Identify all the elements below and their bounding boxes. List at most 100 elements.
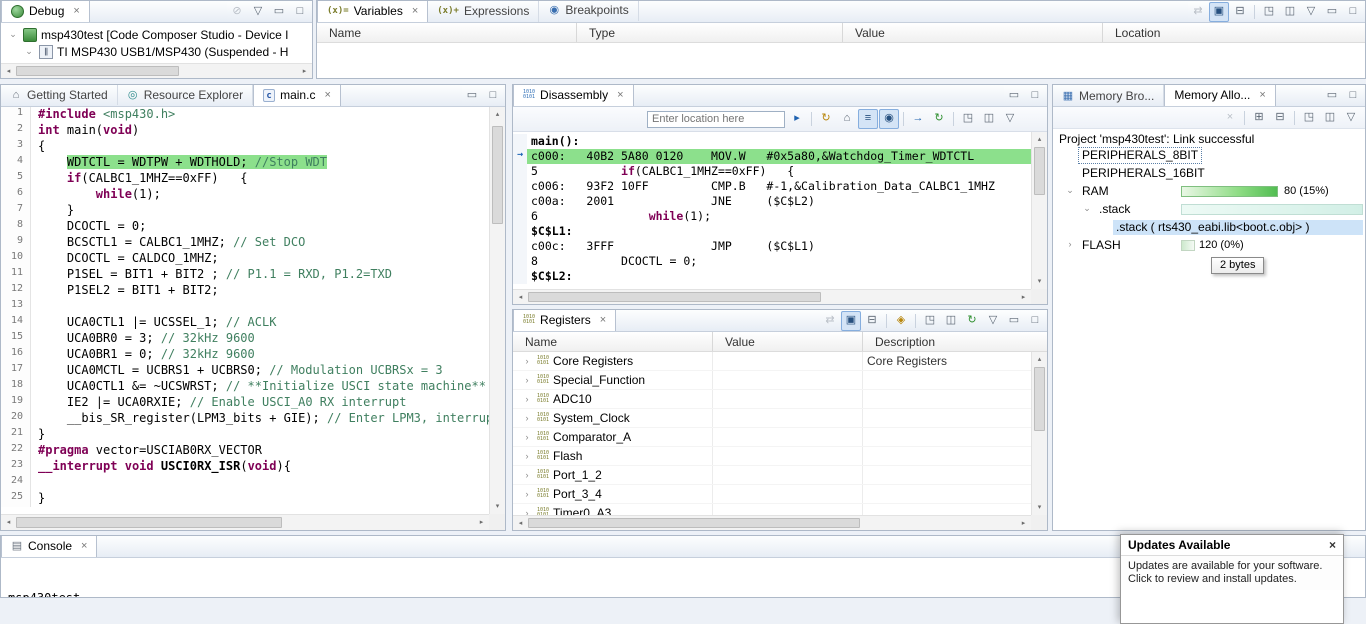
- memory-tree-item[interactable]: ⌄RAM80 (15%): [1053, 183, 1365, 201]
- tab-registers[interactable]: 10100101 Registers ×: [513, 309, 616, 331]
- tab-memory-allo[interactable]: Memory Allo...×: [1164, 84, 1275, 106]
- registers-table[interactable]: ›10100101Core RegistersCore Registers›10…: [513, 352, 1031, 515]
- tab-breakpoints[interactable]: ◉Breakpoints: [539, 0, 638, 21]
- open-new-view-icon[interactable]: ◳: [1259, 2, 1279, 22]
- close-icon[interactable]: ×: [1329, 538, 1336, 552]
- scrollbar-track[interactable]: [528, 516, 1016, 530]
- scrollbar-thumb[interactable]: [528, 518, 860, 528]
- clear-icon[interactable]: ×: [1220, 108, 1240, 128]
- register-group-row[interactable]: ›10100101Comparator_A: [513, 428, 1031, 447]
- scroll-left-button[interactable]: ◂: [1, 515, 16, 530]
- expander-icon[interactable]: ›: [521, 352, 533, 370]
- expander-icon[interactable]: ›: [521, 485, 533, 503]
- scroll-down-button[interactable]: ▾: [1032, 500, 1047, 515]
- maximize-icon[interactable]: □: [1343, 2, 1363, 22]
- maximize-icon[interactable]: □: [483, 86, 503, 106]
- scrollbar-track[interactable]: [16, 64, 297, 78]
- close-icon[interactable]: ×: [1259, 89, 1265, 101]
- register-group-row[interactable]: ›10100101ADC10: [513, 390, 1031, 409]
- expand-all-icon[interactable]: ⊞: [1249, 108, 1269, 128]
- debug-tree-item[interactable]: ⌄∥TI MSP430 USB1/MSP430 (Suspended - H: [1, 43, 312, 60]
- variables-table-body[interactable]: [317, 43, 1365, 79]
- expander-icon[interactable]: ›: [521, 466, 533, 484]
- expander-icon[interactable]: ›: [521, 504, 533, 515]
- view-menu-icon[interactable]: ▽: [1000, 109, 1020, 129]
- open-new-view-icon[interactable]: ◳: [920, 311, 940, 331]
- tab-debug[interactable]: Debug ×: [1, 0, 90, 22]
- memory-tree-item[interactable]: ›FLASH120 (0%): [1053, 237, 1365, 255]
- scrollbar-thumb[interactable]: [1034, 367, 1045, 431]
- close-icon[interactable]: ×: [600, 314, 606, 326]
- register-group-row[interactable]: ›10100101Port_3_4: [513, 485, 1031, 504]
- collapse-all-icon[interactable]: ⊟: [1230, 2, 1250, 22]
- close-icon[interactable]: ×: [81, 540, 87, 552]
- scrollbar-thumb[interactable]: [492, 126, 503, 224]
- tab-resource-explorer[interactable]: ◎Resource Explorer: [118, 84, 253, 105]
- link-with-debug-icon[interactable]: ⇄: [820, 311, 840, 331]
- horizontal-scrollbar[interactable]: ◂ ▸: [513, 289, 1031, 304]
- show-source-icon[interactable]: ≡: [858, 109, 878, 129]
- jump-to-pc-icon[interactable]: →: [908, 109, 928, 129]
- vertical-scrollbar[interactable]: ▴ ▾: [1031, 352, 1047, 515]
- horizontal-scrollbar[interactable]: ◂ ▸: [1, 514, 489, 530]
- view-menu-icon[interactable]: ▽: [1341, 108, 1361, 128]
- auto-refresh-icon[interactable]: ↻: [929, 109, 949, 129]
- debug-tree-item[interactable]: ⌄msp430test [Code Composer Studio - Devi…: [1, 26, 312, 43]
- scroll-right-button[interactable]: ▸: [474, 515, 489, 530]
- split-view-icon[interactable]: ◫: [1320, 108, 1340, 128]
- view-menu-icon[interactable]: ▽: [248, 2, 268, 22]
- split-view-icon[interactable]: ◫: [941, 311, 961, 331]
- expander-icon[interactable]: ›: [1064, 239, 1076, 249]
- show-logical-structure-icon[interactable]: ⇄: [1188, 2, 1208, 22]
- maximize-icon[interactable]: □: [1343, 86, 1363, 106]
- maximize-icon[interactable]: □: [290, 2, 310, 22]
- memory-allocation-tree[interactable]: PERIPHERALS_8BITPERIPHERALS_16BIT⌄RAM80 …: [1053, 147, 1365, 255]
- scrollbar-track[interactable]: [16, 515, 474, 530]
- expander-icon[interactable]: ⌄: [1064, 185, 1076, 196]
- home-icon[interactable]: ⌂: [837, 109, 857, 129]
- scrollbar-thumb[interactable]: [16, 66, 179, 76]
- scrollbar-track[interactable]: [490, 122, 505, 499]
- minimize-icon[interactable]: ▭: [1004, 311, 1024, 331]
- open-new-view-icon[interactable]: ◳: [1299, 108, 1319, 128]
- close-icon[interactable]: ×: [412, 5, 418, 17]
- view-menu-icon[interactable]: ▽: [1301, 2, 1321, 22]
- debug-launch-tree[interactable]: ⌄msp430test [Code Composer Studio - Devi…: [1, 23, 312, 60]
- scroll-right-button[interactable]: ▸: [1016, 290, 1031, 304]
- register-group-row[interactable]: ›10100101Special_Function: [513, 371, 1031, 390]
- view-menu-icon[interactable]: ▽: [983, 311, 1003, 331]
- memory-tree-item[interactable]: .stack ( rts430_eabi.lib<boot.c.obj> ): [1053, 219, 1365, 237]
- expander-icon[interactable]: ›: [521, 390, 533, 408]
- tab-memory-bro[interactable]: ▦Memory Bro...: [1053, 85, 1164, 106]
- memory-tree-item[interactable]: PERIPHERALS_8BIT: [1053, 147, 1365, 165]
- open-new-view-icon[interactable]: ◳: [958, 109, 978, 129]
- refresh-icon[interactable]: ↻: [816, 109, 836, 129]
- close-icon[interactable]: ×: [73, 5, 79, 17]
- memory-tree-item[interactable]: PERIPHERALS_16BIT: [1053, 165, 1365, 183]
- register-group-row[interactable]: ›10100101Flash: [513, 447, 1031, 466]
- updates-available-popup[interactable]: Updates Available × Updates are availabl…: [1120, 534, 1344, 624]
- popup-body[interactable]: Updates are available for your software.…: [1121, 556, 1343, 590]
- expander-icon[interactable]: ⌄: [1081, 203, 1093, 214]
- horizontal-scrollbar[interactable]: ◂ ▸: [513, 515, 1031, 530]
- scroll-right-button[interactable]: ▸: [1016, 516, 1031, 530]
- expander-icon[interactable]: ›: [521, 371, 533, 389]
- scroll-down-button[interactable]: ▾: [490, 499, 505, 514]
- location-input[interactable]: [647, 111, 785, 128]
- scroll-left-button[interactable]: ◂: [1, 64, 16, 78]
- expander-icon[interactable]: ›: [521, 447, 533, 465]
- pin-view-icon[interactable]: ◫: [979, 109, 999, 129]
- minimize-icon[interactable]: ▭: [1322, 2, 1342, 22]
- scroll-down-button[interactable]: ▾: [1032, 274, 1047, 289]
- horizontal-scrollbar[interactable]: ◂ ▸: [1, 63, 312, 78]
- register-group-row[interactable]: ›10100101System_Clock: [513, 409, 1031, 428]
- minimize-icon[interactable]: ▭: [1322, 86, 1342, 106]
- code-editor[interactable]: 1#include <msp430.h>2int main(void)3{4 W…: [1, 107, 489, 514]
- split-view-icon[interactable]: ◫: [1280, 2, 1300, 22]
- expander-icon[interactable]: ›: [521, 409, 533, 427]
- vertical-scrollbar[interactable]: ▴ ▾: [489, 107, 505, 514]
- expander-icon[interactable]: ›: [521, 428, 533, 446]
- collapse-all-icon[interactable]: ⊟: [862, 311, 882, 331]
- scrollbar-thumb[interactable]: [528, 292, 821, 302]
- scrollbar-thumb[interactable]: [16, 517, 282, 528]
